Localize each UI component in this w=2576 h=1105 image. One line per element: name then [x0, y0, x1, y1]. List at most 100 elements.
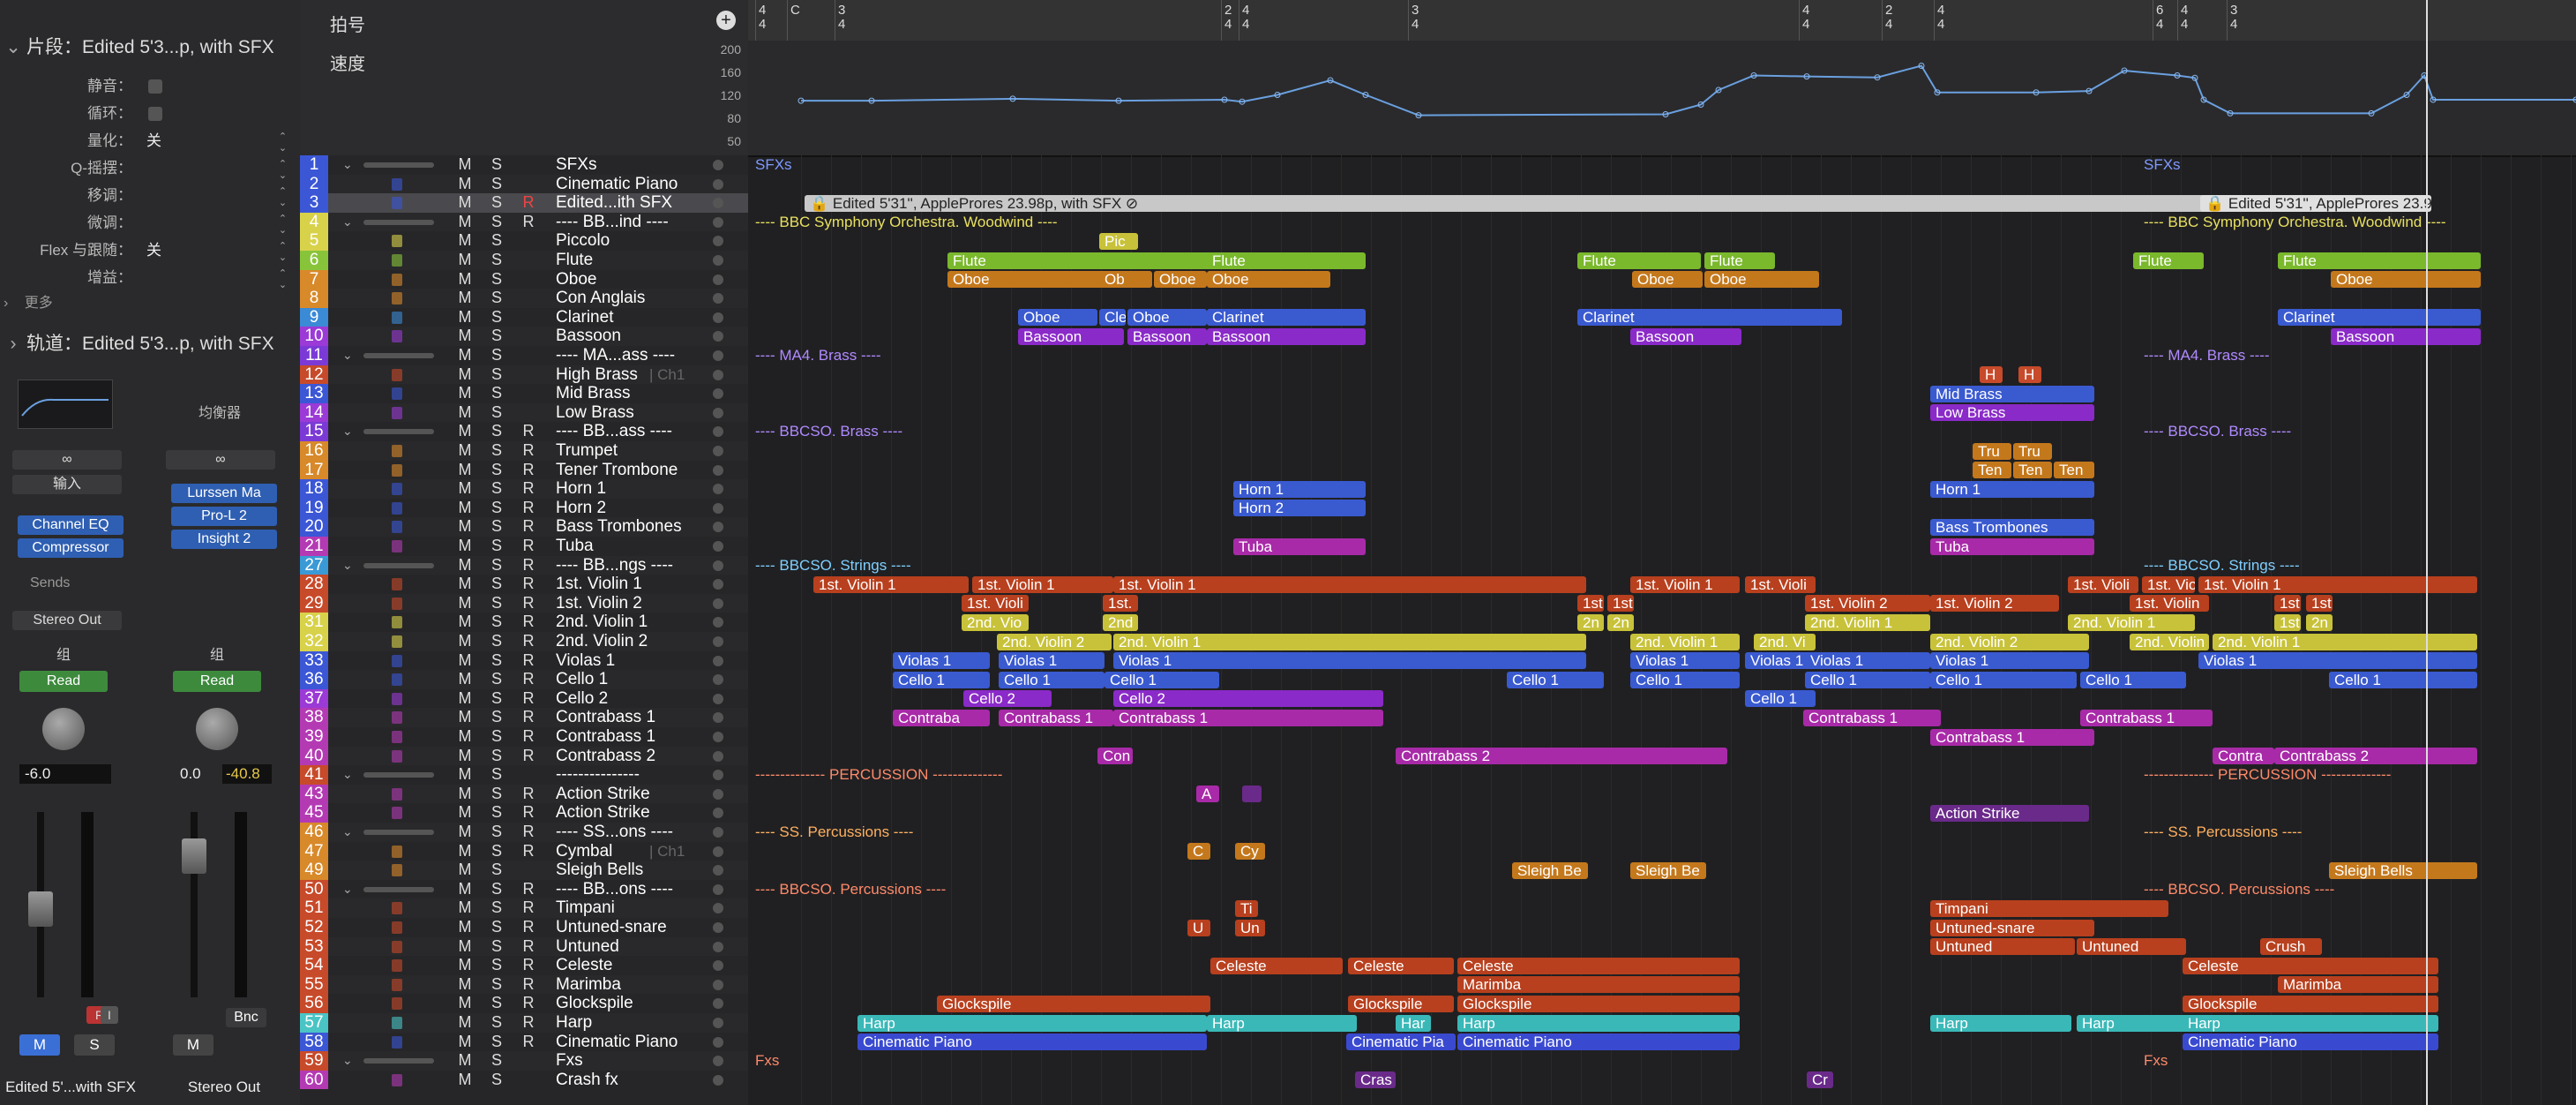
track-name[interactable]: Contrabass 2 [556, 747, 688, 766]
midi-region[interactable]: U [1187, 919, 1210, 936]
folder-disclosure-icon[interactable]: ⌄ [342, 823, 353, 842]
ruler-marker[interactable]: 4 4 [1937, 4, 1944, 32]
record-button[interactable]: R [520, 708, 536, 727]
folder-region-label[interactable]: -------------- PERCUSSION -------------- [755, 766, 1002, 783]
plugin-slot-1[interactable]: Channel EQ [18, 515, 124, 535]
track-header-row[interactable]: 43 M S R Action Strike [300, 784, 748, 804]
folder-region-label[interactable]: ---- BBCSO. Brass ---- [755, 423, 902, 440]
track-header-row[interactable]: 49 M S Sleigh Bells [300, 861, 748, 880]
track-name[interactable]: ---- BB...ngs ---- [556, 556, 688, 575]
folder-region-label[interactable]: SFXs [755, 156, 792, 173]
folder-disclosure-icon[interactable]: ⌄ [342, 765, 353, 785]
solo-button[interactable]: S [489, 575, 505, 594]
midi-region[interactable]: Cello 1 [2080, 671, 2186, 688]
track-name[interactable]: Tuba [556, 537, 688, 556]
track-name[interactable]: Horn 1 [556, 479, 688, 499]
midi-region[interactable]: 2n [2306, 613, 2333, 631]
midi-region[interactable]: Oboe [1704, 271, 1819, 289]
track-header-row[interactable]: 40 M S R Contrabass 2 [300, 746, 748, 766]
midi-region[interactable]: Flute [2278, 252, 2481, 269]
solo-button[interactable]: S [489, 594, 505, 613]
folder-region-label[interactable]: ---- BBC Symphony Orchestra. Woodwind --… [755, 214, 1058, 230]
peak-readout[interactable]: -40.8 [222, 764, 272, 784]
midi-region[interactable]: Cello 1 [893, 671, 990, 688]
midi-region[interactable]: Contrabass 1 [999, 709, 1113, 726]
midi-region[interactable]: Violas 1 [2198, 652, 2477, 670]
track-name[interactable]: Flute [556, 251, 688, 270]
track-name[interactable]: --------------- [556, 765, 688, 785]
mute-button[interactable]: M [457, 842, 473, 861]
midi-region[interactable]: 1st. Violin 1 [1630, 575, 1740, 593]
plugin-slot-1[interactable]: Lurssen Ma [171, 484, 277, 503]
midi-region[interactable]: Cinematic Pia [1346, 1034, 1456, 1051]
solo-button[interactable]: S [489, 747, 505, 766]
mute-button[interactable]: M [457, 479, 473, 499]
mute-button[interactable]: M [457, 384, 473, 403]
midi-region[interactable]: 1st. Violin 1 [972, 575, 1113, 593]
mute-button[interactable]: M [457, 937, 473, 957]
track-name[interactable]: Marimba [556, 975, 688, 995]
midi-region[interactable]: Cle [1099, 309, 1126, 327]
solo-button[interactable]: S [489, 670, 505, 689]
mute-button[interactable]: M [457, 517, 473, 537]
track-header-row[interactable]: 4 ⌄ M S R ---- BB...ind ---- [300, 212, 748, 232]
midi-region[interactable]: 1st. Violin 1 [813, 575, 969, 593]
ruler-marker[interactable]: 2 4 [1224, 4, 1232, 32]
record-button[interactable]: R [520, 1033, 536, 1052]
track-name[interactable]: Violas 1 [556, 651, 688, 671]
midi-region[interactable]: Violas 1 [999, 652, 1105, 670]
mute-button[interactable]: M [457, 327, 473, 346]
record-button[interactable]: R [520, 670, 536, 689]
midi-region[interactable]: H [1980, 366, 2003, 384]
midi-region[interactable]: Flute [1207, 252, 1366, 269]
midi-region[interactable]: 2nd. Violin 2 [1930, 633, 2089, 650]
midi-region[interactable]: 1st. Violin 2 [1930, 595, 2059, 613]
track-header-row[interactable]: 60 M S Crash fx [300, 1070, 748, 1090]
solo-button[interactable]: S [489, 155, 505, 175]
solo-button[interactable]: S [489, 632, 505, 651]
midi-region[interactable]: Glockspile [1457, 995, 1740, 1012]
midi-region[interactable]: Cello 1 [1630, 671, 1740, 688]
checkbox[interactable] [148, 107, 162, 121]
folder-region-label[interactable]: ---- MA4. Brass ---- [755, 347, 881, 364]
track-name[interactable]: 1st. Violin 1 [556, 575, 688, 594]
volume-fader-handle[interactable] [28, 891, 53, 927]
midi-region[interactable]: Glockspile [937, 995, 1210, 1012]
track-header-row[interactable]: 50 ⌄ M S R ---- BB...ons ---- [300, 879, 748, 899]
track-name[interactable]: Con Anglais [556, 289, 688, 308]
pan-knob[interactable] [42, 708, 85, 750]
balance-knob[interactable] [196, 708, 238, 750]
folder-region-label[interactable]: ---- BBCSO. Strings ---- [755, 557, 911, 574]
solo-button[interactable]: S [489, 994, 505, 1013]
mute-button[interactable]: M [457, 1051, 473, 1071]
midi-region[interactable]: Celeste [2183, 957, 2438, 974]
midi-region[interactable]: Cinematic Piano [857, 1034, 1207, 1051]
mute-button[interactable]: M [457, 708, 473, 727]
midi-region[interactable]: Low Brass [1930, 404, 2094, 422]
track-header-row[interactable]: 15 ⌄ M S R ---- BB...ass ---- [300, 422, 748, 441]
mute-button[interactable]: M [457, 1071, 473, 1090]
midi-region[interactable]: 1st [1607, 595, 1634, 613]
input-button[interactable]: 输入 [12, 475, 122, 494]
midi-region[interactable]: Clarinet [2278, 309, 2481, 327]
midi-region[interactable]: 1st [2274, 613, 2301, 631]
track-name[interactable]: ---- BB...ass ---- [556, 422, 688, 441]
midi-region[interactable]: Sleigh Be [1630, 861, 1706, 879]
track-name[interactable]: Horn 2 [556, 499, 688, 518]
solo-button[interactable]: S [489, 975, 505, 995]
track-header-row[interactable]: 36 M S R Cello 1 [300, 670, 748, 689]
solo-button[interactable]: S [489, 461, 505, 480]
track-name[interactable]: Action Strike [556, 785, 688, 804]
midi-region[interactable]: 1st. Violi [2068, 575, 2138, 593]
inspector-row[interactable]: 增益： ⌃⌄ [0, 266, 300, 290]
track-header-row[interactable]: 8 M S Con Anglais [300, 289, 748, 308]
track-header-row[interactable]: 28 M S R 1st. Violin 1 [300, 575, 748, 594]
track-name[interactable]: Trumpet [556, 441, 688, 461]
record-button[interactable]: R [520, 651, 536, 671]
bar-ruler[interactable]: 4 4 C 3 4 2 4 4 4 3 4 4 4 2 4 4 4 6 4 4 4 3 4 [748, 0, 2576, 41]
midi-region[interactable]: Ten [2054, 462, 2094, 479]
ruler-marker[interactable]: 4 4 [1242, 4, 1249, 32]
track-header-row[interactable]: 16 M S R Trumpet [300, 441, 748, 461]
track-name[interactable]: Clarinet [556, 308, 688, 327]
track-name[interactable]: Cello 2 [556, 689, 688, 709]
